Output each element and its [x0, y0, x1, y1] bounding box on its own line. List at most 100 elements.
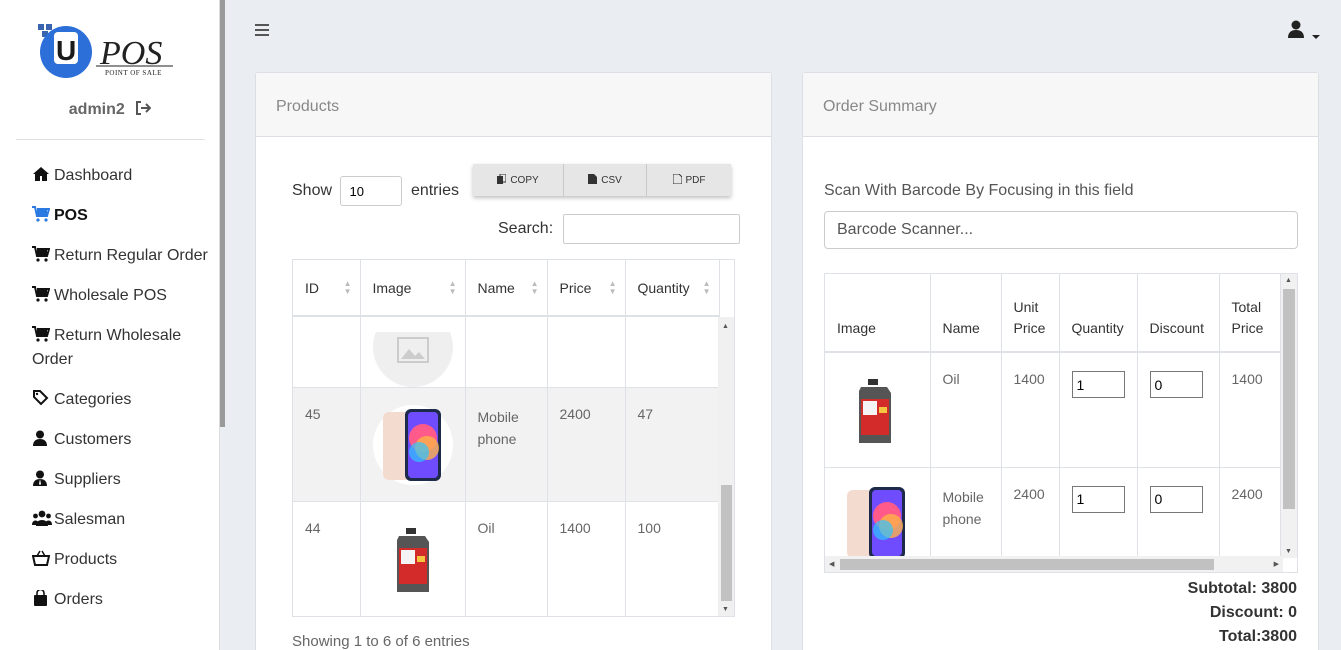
table-header-row: Image Name Unit Price Quantity Discount … [825, 274, 1281, 353]
oil-can-image [372, 519, 453, 600]
table-row[interactable] [293, 316, 720, 388]
products-table: ID ▲ ▼ Image ▲ ▼ Name ▲ ▼ Price ▲ ▼ Quantity ▲ ▼ [293, 260, 720, 616]
table-header-row: ID ▲ ▼ Image ▲ ▼ Name ▲ ▼ Price ▲ ▼ Quantity ▲ ▼ [293, 260, 720, 317]
sidebar-item-dashboard[interactable]: Dashboard [32, 164, 212, 188]
sort-icon: ▲ ▼ [608, 279, 617, 296]
mobile-phone-image [372, 404, 453, 485]
csv-button-label: CSV [601, 174, 622, 186]
pdf-button[interactable]: PDF [647, 164, 731, 196]
quantity-input[interactable] [1071, 371, 1125, 398]
csv-button[interactable]: CSV [564, 164, 647, 196]
column-header-id[interactable]: ID ▲ ▼ [293, 260, 361, 317]
order-vertical-scrollbar[interactable]: ▲ ▼ [1281, 274, 1297, 558]
scroll-down-icon[interactable]: ▼ [1285, 548, 1292, 555]
search-input[interactable] [562, 214, 740, 244]
hamburger-menu-icon[interactable] [254, 22, 270, 38]
cell-id: 45 [293, 387, 361, 502]
column-header-image[interactable]: Image ▲ ▼ [360, 260, 466, 317]
entries-label: entries [410, 182, 459, 200]
sidebar-item-customers[interactable]: Customers [32, 428, 212, 452]
discount-input[interactable] [1149, 485, 1203, 513]
cell-quantity [625, 316, 720, 388]
entries-select[interactable] [340, 176, 403, 206]
user-info: admin2 [0, 100, 220, 121]
sidebar-item-categories[interactable]: Categories [32, 388, 212, 412]
export-buttons: COPY CSV PDF [473, 164, 731, 196]
column-header-discount: Discount [1137, 274, 1220, 353]
cart-icon [32, 286, 51, 302]
sidebar-item-salesman[interactable]: Salesman [32, 508, 212, 532]
total-price-label: Total Price [1231, 299, 1264, 336]
table-vertical-scrollbar[interactable]: ▲ ▼ [718, 317, 734, 616]
sidebar-item-products[interactable]: Products [31, 548, 212, 572]
placeholder-image [372, 331, 453, 387]
cell-image [360, 316, 466, 388]
cell-total-price: 1400 [1219, 352, 1281, 468]
sidebar: U POS POINT OF SALE admin2 Dashboard POS… [0, 0, 220, 650]
cell-name-text: Mobile phone [477, 408, 519, 447]
order-row: Oil 1400 1400 [825, 352, 1281, 468]
tags-icon [32, 390, 50, 406]
app-logo[interactable]: U POS POINT OF SALE [38, 22, 178, 82]
user-icon [1287, 20, 1305, 42]
show-label: Show [292, 182, 333, 200]
user-menu-button[interactable] [1287, 20, 1321, 40]
users-icon [32, 510, 52, 526]
order-horizontal-scrollbar[interactable]: ◀ ▶ [825, 556, 1283, 572]
home-icon [32, 166, 50, 182]
column-header-total-price: Total Price [1219, 274, 1281, 353]
discount-total: Discount: 0 [1209, 604, 1297, 621]
sidebar-item-label: Customers [54, 431, 132, 448]
scroll-left-icon[interactable]: ◀ [829, 560, 834, 568]
column-header-name[interactable]: Name ▲ ▼ [465, 260, 548, 317]
username: admin2 [68, 101, 125, 118]
cell-quantity [1059, 352, 1138, 468]
sidebar-item-label: Return Wholesale Order [32, 327, 182, 368]
sort-icon: ▲ ▼ [448, 279, 457, 296]
table-row[interactable]: 45 Mobile phone 2400 47 [293, 387, 720, 502]
sidebar-item-return-regular-order[interactable]: Return Regular Order [32, 244, 212, 268]
show-entries: Show entries [292, 176, 459, 206]
sidebar-item-label: Wholesale POS [54, 287, 167, 304]
scrollbar-thumb[interactable] [840, 559, 1214, 570]
cell-price: 2400 [547, 387, 626, 502]
cell-name-text: Mobile phone [942, 488, 984, 527]
scroll-up-icon[interactable]: ▲ [722, 323, 729, 330]
discount-input[interactable] [1149, 371, 1203, 398]
sidebar-item-label: Salesman [54, 511, 126, 528]
sidebar-item-label: Suppliers [54, 471, 121, 488]
sidebar-item-wholesale-pos[interactable]: Wholesale POS [32, 284, 212, 308]
sidebar-item-label: Return Regular Order [54, 247, 208, 264]
barcode-scanner-input[interactable] [824, 211, 1298, 249]
cell-name: Oil [930, 352, 1002, 468]
sidebar-item-return-wholesale-order[interactable]: Return Wholesale Order [32, 324, 212, 372]
copy-button-label: COPY [510, 174, 539, 186]
cell-id [293, 316, 361, 388]
products-card: Products Show entries COPY CSV PDF Searc… [255, 72, 772, 650]
logout-icon[interactable] [135, 100, 152, 121]
products-card-header: Products [256, 73, 771, 137]
scroll-up-icon[interactable]: ▲ [1285, 277, 1292, 284]
scroll-down-icon[interactable]: ▼ [722, 606, 729, 613]
scrollbar-thumb[interactable] [721, 485, 732, 601]
column-header-image: Image [825, 274, 931, 353]
sidebar-item-orders[interactable]: Orders [32, 588, 212, 612]
scroll-right-icon[interactable]: ▶ [1274, 560, 1279, 568]
table-info: Showing 1 to 6 of 6 entries [292, 633, 470, 650]
sidebar-item-suppliers[interactable]: Suppliers [32, 468, 212, 492]
cell-unit-price: 1400 [1001, 352, 1060, 468]
sidebar-scrollbar[interactable] [220, 0, 225, 427]
scrollbar-thumb[interactable] [1283, 289, 1295, 509]
quantity-input[interactable] [1071, 485, 1125, 513]
table-row[interactable]: 44 Oil 1400 100 [293, 501, 720, 616]
copy-button[interactable]: COPY [473, 164, 564, 196]
copy-icon [497, 173, 507, 187]
sidebar-item-pos[interactable]: POS [32, 204, 212, 228]
order-totals: Subtotal: 3800 Discount: 0 Total:3800 [1188, 577, 1297, 649]
logo-subtext: POINT OF SALE [105, 69, 162, 77]
column-header-price[interactable]: Price ▲ ▼ [547, 260, 626, 317]
subtotal: Subtotal: 3800 [1187, 580, 1297, 597]
card-title: Products [276, 98, 340, 115]
cell-price [547, 316, 626, 388]
column-header-quantity[interactable]: Quantity ▲ ▼ [625, 260, 720, 317]
